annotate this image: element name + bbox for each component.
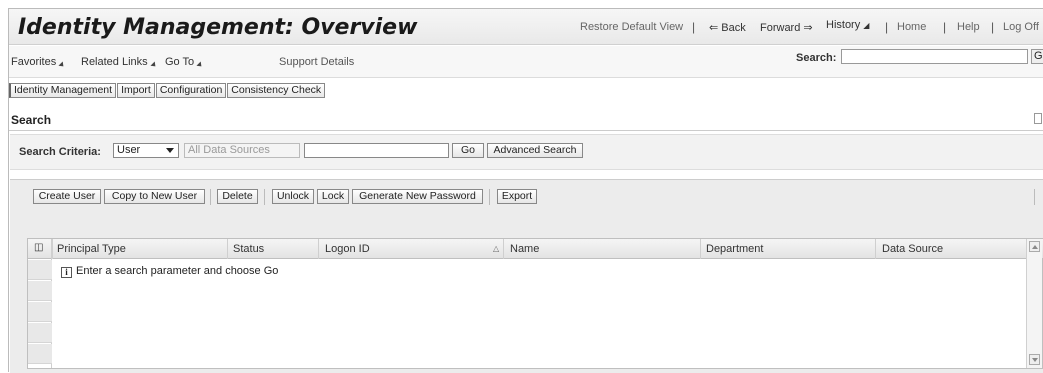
header-separator: | <box>885 20 889 34</box>
forward-label: Forward <box>760 22 801 34</box>
principal-type-value: User <box>117 144 141 156</box>
results-table: ◫ Principal Type Status Logon ID △ Name … <box>27 238 1043 369</box>
row-selector-column <box>28 239 52 368</box>
principal-type-select[interactable]: User <box>113 143 179 158</box>
restore-default-view-link[interactable]: Restore Default View <box>580 21 683 33</box>
portal-frame: Identity Management: Overview Restore De… <box>8 8 1043 373</box>
header-separator: | <box>943 20 947 34</box>
header-separator: | <box>692 20 696 34</box>
info-icon: i <box>61 267 72 278</box>
column-header-status[interactable]: Status <box>233 243 264 255</box>
tab-configuration[interactable]: Configuration <box>155 83 227 98</box>
column-divider <box>875 239 876 259</box>
search-query-input[interactable] <box>304 143 449 158</box>
vertical-scrollbar[interactable] <box>1026 239 1042 368</box>
copy-to-new-user-button[interactable]: Copy to New User <box>104 189 205 204</box>
tab-identity-management[interactable]: Identity Management <box>9 83 117 98</box>
row-selector[interactable] <box>28 323 52 343</box>
column-header-principal-type[interactable]: Principal Type <box>57 243 126 255</box>
log-off-link[interactable]: Log Off <box>1003 21 1039 33</box>
arrow-up-icon <box>1032 245 1038 249</box>
results-area: ◫ Principal Type Status Logon ID △ Name … <box>10 219 1043 373</box>
search-section-header: Search <box>9 109 1043 131</box>
row-selector[interactable] <box>28 260 52 280</box>
search-criteria-bar: Search Criteria: User All Data Sources G… <box>10 134 1043 170</box>
export-button[interactable]: Export <box>497 189 537 204</box>
toolbar-divider <box>489 189 490 205</box>
forward-button[interactable]: Forward ⇒ <box>760 21 813 34</box>
unlock-button[interactable]: Unlock <box>272 189 314 204</box>
toolbar-divider <box>210 189 211 205</box>
back-button[interactable]: ⇐ Back <box>709 21 746 34</box>
row-selector[interactable] <box>28 281 52 301</box>
column-header-name[interactable]: Name <box>510 243 539 255</box>
scroll-up-button[interactable] <box>1029 241 1040 252</box>
section-title: Search <box>11 113 52 127</box>
search-label: Search: <box>796 52 837 64</box>
create-user-button[interactable]: Create User <box>33 189 101 204</box>
toolbar-divider <box>264 189 265 205</box>
page-header: Identity Management: Overview Restore De… <box>9 9 1043 45</box>
row-selector[interactable] <box>28 344 52 364</box>
empty-table-message: i Enter a search parameter and choose Go <box>61 265 278 278</box>
portal-search-input[interactable] <box>841 49 1028 64</box>
support-details-link[interactable]: Support Details <box>279 56 354 68</box>
go-button[interactable]: Go <box>452 143 484 158</box>
table-header: ◫ Principal Type Status Logon ID △ Name … <box>28 239 1043 259</box>
data-source-field: All Data Sources <box>184 143 300 158</box>
arrow-down-icon <box>1032 358 1038 362</box>
lock-button[interactable]: Lock <box>317 189 349 204</box>
tab-consistency-check[interactable]: Consistency Check <box>227 83 326 98</box>
forward-arrow-icon: ⇒ <box>803 22 813 34</box>
chevron-down-icon <box>196 61 204 69</box>
personalize-icon[interactable] <box>1034 113 1042 124</box>
column-header-department[interactable]: Department <box>706 243 763 255</box>
column-divider <box>52 239 53 259</box>
history-menu[interactable]: History ◢ <box>826 19 869 31</box>
related-links-menu[interactable]: Related Links <box>81 56 158 69</box>
related-links-label: Related Links <box>81 56 148 68</box>
header-separator: | <box>991 20 995 34</box>
column-divider <box>318 239 319 259</box>
chevron-down-icon <box>58 61 66 69</box>
back-label: Back <box>721 22 746 34</box>
dropdown-arrow-icon <box>166 148 174 153</box>
column-divider <box>700 239 701 259</box>
toolbar-divider <box>1034 189 1035 205</box>
column-divider <box>503 239 504 259</box>
delete-button[interactable]: Delete <box>217 189 258 204</box>
history-label: History <box>826 19 861 31</box>
generate-new-password-button[interactable]: Generate New Password <box>352 189 483 204</box>
column-header-logon-id[interactable]: Logon ID <box>325 243 370 255</box>
tab-strip: Identity Management Import Configuration Co… <box>9 83 326 101</box>
portal-search-go-button[interactable]: G <box>1031 49 1043 64</box>
chevron-down-icon: ◢ <box>863 21 870 30</box>
search-criteria-label: Search Criteria: <box>19 146 101 158</box>
scroll-down-button[interactable] <box>1029 354 1040 365</box>
back-arrow-icon: ⇐ <box>709 22 719 34</box>
home-link[interactable]: Home <box>897 21 926 33</box>
help-link[interactable]: Help <box>957 21 980 33</box>
row-selector[interactable] <box>28 302 52 322</box>
go-to-menu[interactable]: Go To <box>165 56 204 69</box>
empty-message-text: Enter a search parameter and choose Go <box>76 265 279 277</box>
chevron-down-icon <box>150 61 158 69</box>
favorites-label: Favorites <box>11 56 57 68</box>
page-title: Identity Management: Overview <box>18 15 418 40</box>
column-header-data-source[interactable]: Data Source <box>882 243 943 255</box>
menu-bar: Favorites Related Links Go To Support De… <box>9 46 1043 78</box>
tab-import[interactable]: Import <box>117 83 155 98</box>
sort-icon[interactable]: △ <box>493 244 499 253</box>
favorites-menu[interactable]: Favorites <box>11 56 66 69</box>
go-to-label: Go To <box>165 56 195 68</box>
advanced-search-button[interactable]: Advanced Search <box>487 143 583 158</box>
column-divider <box>227 239 228 259</box>
